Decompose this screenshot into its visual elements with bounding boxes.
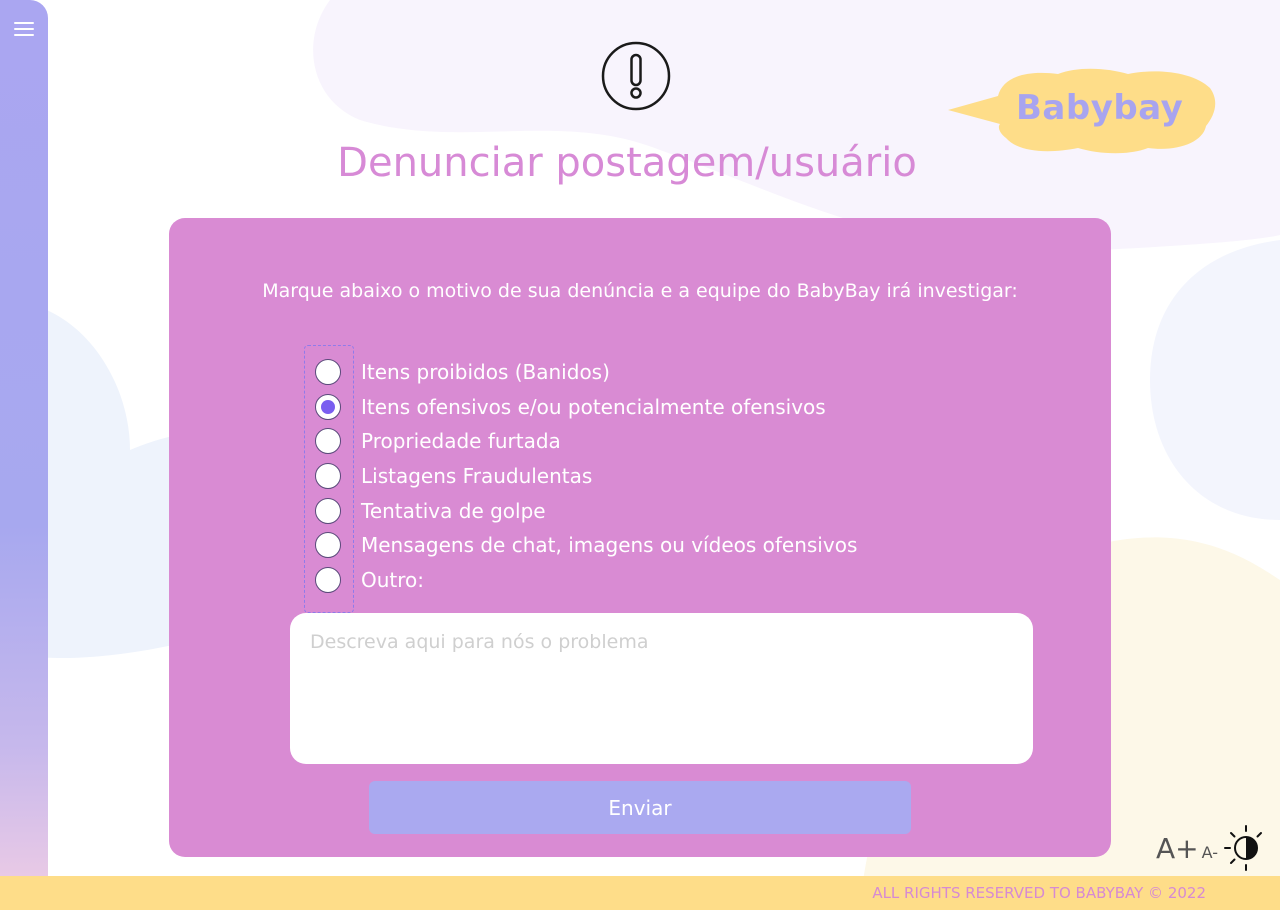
option-other[interactable]: Outro: — [315, 565, 424, 595]
option-scam-attempt[interactable]: Tentativa de golpe — [315, 496, 546, 526]
option-label: Itens ofensivos e/ou potencialmente ofen… — [361, 395, 826, 419]
option-label: Tentativa de golpe — [361, 499, 546, 523]
copyright-text: ALL RIGHTS RESERVED TO BABYBAY © 2022 — [872, 884, 1206, 902]
radio-fraudulent-listings[interactable] — [315, 463, 341, 489]
option-offensive-items[interactable]: Itens ofensivos e/ou potencialmente ofen… — [315, 392, 826, 422]
hamburger-menu-icon[interactable] — [14, 22, 34, 38]
radio-other[interactable] — [315, 567, 341, 593]
increase-font-button[interactable]: A+ — [1156, 832, 1199, 865]
contrast-toggle-icon[interactable] — [1222, 824, 1266, 872]
submit-button[interactable]: Enviar — [369, 781, 911, 834]
exclamation-circle-icon — [601, 41, 671, 111]
option-label: Listagens Fraudulentas — [361, 464, 593, 488]
logo-text: Babybay — [1016, 88, 1184, 128]
footer: ALL RIGHTS RESERVED TO BABYBAY © 2022 — [0, 876, 1280, 910]
decrease-font-button[interactable]: A- — [1202, 843, 1218, 862]
radio-offensive-items[interactable] — [315, 394, 341, 420]
radio-banned-items[interactable] — [315, 359, 341, 385]
option-fraudulent-listings[interactable]: Listagens Fraudulentas — [315, 461, 592, 491]
problem-description-textarea[interactable] — [290, 613, 1033, 764]
form-instructions: Marque abaixo o motivo de sua denúncia e… — [262, 280, 1018, 302]
radio-scam-attempt[interactable] — [315, 498, 341, 524]
sidebar — [0, 0, 48, 876]
accessibility-controls: A+ A- — [1156, 822, 1266, 874]
option-label: Outro: — [361, 568, 425, 592]
option-offensive-chat[interactable]: Mensagens de chat, imagens ou vídeos ofe… — [315, 530, 857, 560]
option-banned-items[interactable]: Itens proibidos (Banidos) — [315, 357, 610, 387]
option-label: Propriedade furtada — [361, 429, 561, 453]
option-label: Mensagens de chat, imagens ou vídeos ofe… — [361, 533, 858, 557]
report-form-card: Marque abaixo o motivo de sua denúncia e… — [169, 218, 1111, 857]
option-stolen-property[interactable]: Propriedade furtada — [315, 426, 561, 456]
option-label: Itens proibidos (Banidos) — [361, 360, 610, 384]
radio-stolen-property[interactable] — [315, 428, 341, 454]
radio-offensive-chat[interactable] — [315, 532, 341, 558]
